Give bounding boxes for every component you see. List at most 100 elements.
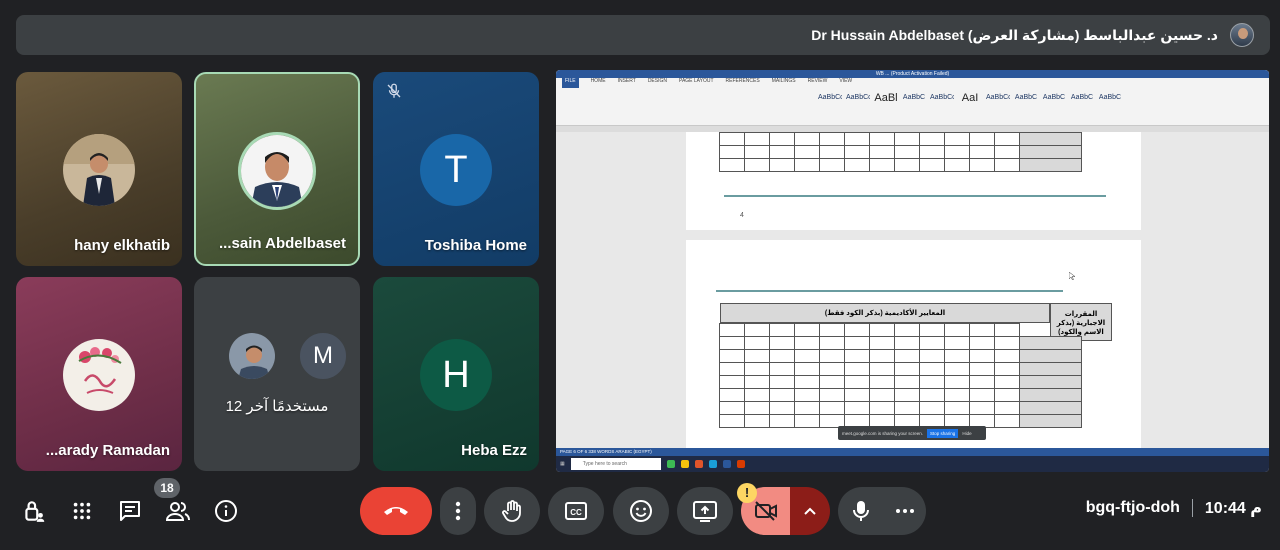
host-controls-button[interactable]	[20, 494, 48, 528]
avatar	[238, 132, 316, 210]
stop-sharing-button[interactable]: Stop sharing	[927, 428, 959, 438]
participant-tile-active[interactable]: ...sain Abdelbaset	[194, 72, 360, 266]
chat-button[interactable]	[116, 494, 144, 528]
hide-button[interactable]: Hide	[962, 431, 971, 436]
meeting-code: bgq-ftjo-doh	[1085, 499, 1180, 516]
style-item: AaBbCcI	[930, 94, 954, 101]
participants-count-badge: 18	[154, 478, 180, 498]
avatar: T	[420, 134, 492, 206]
raise-hand-button[interactable]	[484, 487, 540, 535]
table-header: المعايير الأكاديمية (بذكر الكود فقط)	[720, 303, 1050, 323]
warning-badge: !	[737, 483, 757, 503]
presenter-avatar	[1230, 23, 1254, 47]
tab-page-layout: PAGE LAYOUT	[678, 78, 714, 84]
word-ribbon: WB ... (Product Activation Failed) FILE …	[556, 70, 1269, 126]
tab-mailings: MAILINGS	[771, 78, 796, 84]
more-options-button[interactable]	[440, 487, 476, 535]
windows-icon: ▦	[560, 461, 565, 467]
divider	[1191, 499, 1193, 517]
people-icon	[165, 502, 190, 521]
app-icon	[666, 460, 675, 468]
document-table	[719, 323, 1082, 428]
captions-button[interactable]: CC	[548, 487, 604, 535]
present-screen-button[interactable]	[677, 487, 733, 535]
clock: 10:44 م	[1204, 500, 1262, 517]
presenter-bar: Dr Hussain Abdelbaset د. حسين عبدالباسط …	[16, 15, 1270, 55]
word-status-bar: PAGE 6 OF 6 338 WORDS ARABIC (EGYPT)	[556, 448, 1269, 456]
others-tile[interactable]: M 12 مستخدمًا آخر	[194, 277, 360, 471]
taskbar-search: Type here to search	[570, 458, 661, 470]
others-label: 12 مستخدمًا آخر	[225, 398, 329, 415]
participant-tile[interactable]: hany elkhatib	[16, 72, 182, 266]
chevron-up-icon	[804, 507, 816, 515]
divider	[724, 195, 1106, 197]
shared-screen[interactable]: WB ... (Product Activation Failed) FILE …	[556, 70, 1269, 472]
camera-options-button[interactable]	[790, 487, 830, 535]
apps-grid-icon	[73, 502, 91, 520]
avatar	[227, 331, 277, 381]
document-table	[719, 132, 1082, 172]
share-notice: meet.google.com is sharing your screen. …	[838, 426, 986, 440]
audio-options-button[interactable]	[884, 487, 926, 535]
left-controls	[20, 494, 240, 528]
mic-off-icon	[387, 83, 401, 98]
people-button[interactable]	[164, 494, 192, 528]
share-notice-text: meet.google.com is sharing your screen.	[842, 430, 924, 436]
style-item: AaBbCcDc	[818, 94, 842, 101]
emoji-icon	[630, 500, 652, 522]
style-item: AaBbC	[1014, 94, 1038, 101]
hand-icon	[502, 500, 521, 522]
leave-call-button[interactable]	[360, 487, 432, 535]
participant-name: Heba Ezz	[461, 442, 527, 459]
tab-review: REVIEW	[807, 78, 828, 84]
ribbon-tabs: FILE HOME INSERT DESIGN PAGE LAYOUT REFE…	[556, 78, 852, 88]
tab-view: VIEW	[839, 78, 853, 84]
tab-home: HOME	[590, 78, 606, 84]
meeting-details-button[interactable]	[212, 494, 240, 528]
style-item: AaBbC	[1098, 94, 1122, 101]
participant-tile[interactable]: ...arady Ramadan	[16, 277, 182, 471]
mouse-cursor-icon	[1069, 272, 1075, 280]
videocam-off-icon	[754, 501, 777, 521]
page-number: 4	[740, 212, 744, 219]
meeting-info: bgq-ftjo-doh 10:44 م	[1086, 498, 1262, 518]
windows-taskbar: ▦ Type here to search	[556, 456, 1269, 472]
style-item: AaBl	[874, 92, 898, 104]
window-title: WB ... (Product Activation Failed)	[556, 70, 1269, 78]
more-vert-icon	[455, 501, 461, 521]
tab-design: DESIGN	[647, 78, 667, 84]
activities-button[interactable]	[68, 494, 96, 528]
mic-toggle-button[interactable]	[838, 487, 884, 535]
svg-text:CC: CC	[570, 508, 582, 517]
participant-name: hany elkhatib	[74, 237, 170, 254]
chat-icon	[120, 501, 140, 521]
style-item: AaI	[961, 92, 979, 104]
participant-tile[interactable]: H Heba Ezz	[373, 277, 539, 471]
tab-file: FILE	[562, 78, 579, 88]
avatar: H	[420, 339, 492, 411]
avatar	[63, 134, 135, 206]
style-item: AaBbC	[902, 94, 926, 101]
mic-icon	[853, 501, 869, 521]
participant-name: ...sain Abdelbaset	[219, 235, 346, 252]
tab-insert: INSERT	[617, 78, 636, 84]
hang-up-icon	[384, 507, 408, 515]
presenter-label: Dr Hussain Abdelbaset د. حسين عبدالباسط …	[811, 26, 1218, 43]
app-icon	[736, 460, 745, 468]
reactions-button[interactable]	[613, 487, 669, 535]
participant-name: ...arady Ramadan	[45, 442, 170, 459]
avatar	[63, 339, 135, 411]
participant-tile[interactable]: T Toshiba Home	[373, 72, 539, 266]
lock-person-icon	[25, 501, 45, 522]
style-item: AaBbCcDc	[846, 94, 870, 101]
avatar: M	[298, 331, 348, 381]
word-icon	[722, 460, 731, 468]
tab-references: REFERENCES	[725, 78, 760, 84]
info-icon	[215, 500, 237, 522]
present-to-all-icon	[693, 501, 717, 522]
app-icon	[680, 460, 689, 468]
styles-gallery: AaBbCcDc AaBbCcDc AaBl AaBbC AaBbCcI AaI…	[818, 92, 1122, 112]
closed-captions-icon: CC	[565, 502, 587, 520]
app-icon	[708, 460, 717, 468]
page-gap	[556, 230, 1269, 240]
